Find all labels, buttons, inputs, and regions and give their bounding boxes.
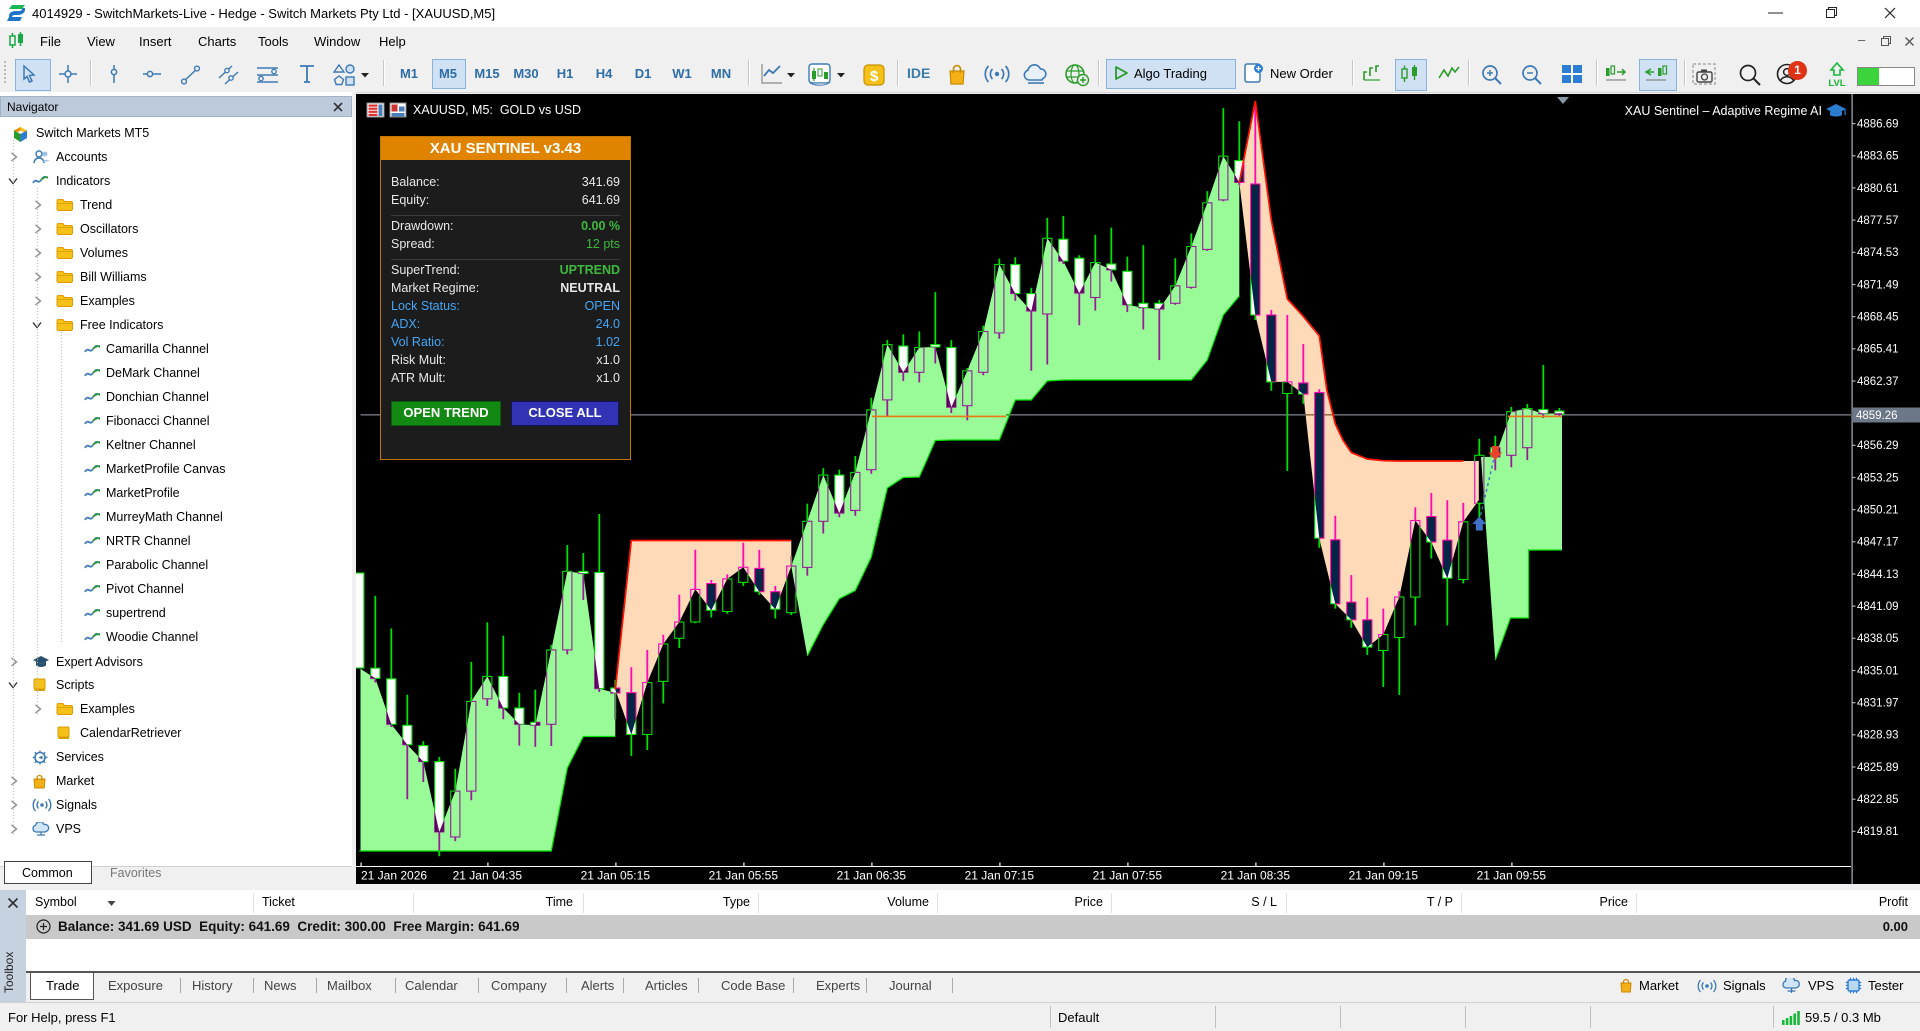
svg-text:4859.26: 4859.26 [1856,410,1898,422]
svg-text:4844.13: 4844.13 [1857,569,1899,581]
svg-text:4825.89: 4825.89 [1857,762,1899,774]
svg-text:XAU Sentinel – Adaptive Regime: XAU Sentinel – Adaptive Regime AI [1625,104,1822,118]
svg-text:4835.01: 4835.01 [1857,665,1899,677]
svg-text:4841.09: 4841.09 [1857,601,1899,613]
svg-text:21 Jan 05:15: 21 Jan 05:15 [581,869,651,883]
svg-text:21 Jan 04:35: 21 Jan 04:35 [453,869,523,883]
svg-text:4822.85: 4822.85 [1857,794,1899,806]
svg-text:4880.61: 4880.61 [1857,183,1899,195]
svg-text:4865.41: 4865.41 [1857,344,1899,356]
svg-text:21 Jan 09:55: 21 Jan 09:55 [1477,869,1547,883]
svg-text:4819.81: 4819.81 [1857,826,1899,838]
svg-text:21 Jan 07:55: 21 Jan 07:55 [1093,869,1163,883]
svg-text:21 Jan 08:35: 21 Jan 08:35 [1221,869,1291,883]
svg-text:4871.49: 4871.49 [1857,279,1899,291]
svg-text:4886.69: 4886.69 [1857,119,1899,131]
svg-text:21 Jan 06:35: 21 Jan 06:35 [837,869,907,883]
svg-text:21 Jan 07:15: 21 Jan 07:15 [965,869,1035,883]
svg-text:4862.37: 4862.37 [1857,376,1899,388]
svg-text:4847.17: 4847.17 [1857,537,1899,549]
svg-text:21 Jan 09:15: 21 Jan 09:15 [1349,869,1419,883]
svg-text:4828.93: 4828.93 [1857,730,1899,742]
svg-text:4874.53: 4874.53 [1857,247,1899,259]
svg-text:4877.57: 4877.57 [1857,215,1899,227]
svg-text:XAUUSD, M5: GOLD vs USD: XAUUSD, M5: GOLD vs USD [413,103,581,117]
svg-text:21 Jan 05:55: 21 Jan 05:55 [709,869,779,883]
svg-text:4838.05: 4838.05 [1857,633,1899,645]
svg-text:4856.29: 4856.29 [1857,440,1899,452]
svg-text:4868.45: 4868.45 [1857,312,1899,324]
svg-text:4850.21: 4850.21 [1857,505,1899,517]
svg-text:4883.65: 4883.65 [1857,151,1899,163]
svg-text:4831.97: 4831.97 [1857,698,1899,710]
svg-text:LVL: LVL [1828,78,1845,88]
svg-text:$: $ [870,68,879,85]
svg-text:21 Jan 2026: 21 Jan 2026 [361,869,427,883]
svg-text:4853.25: 4853.25 [1857,472,1899,484]
